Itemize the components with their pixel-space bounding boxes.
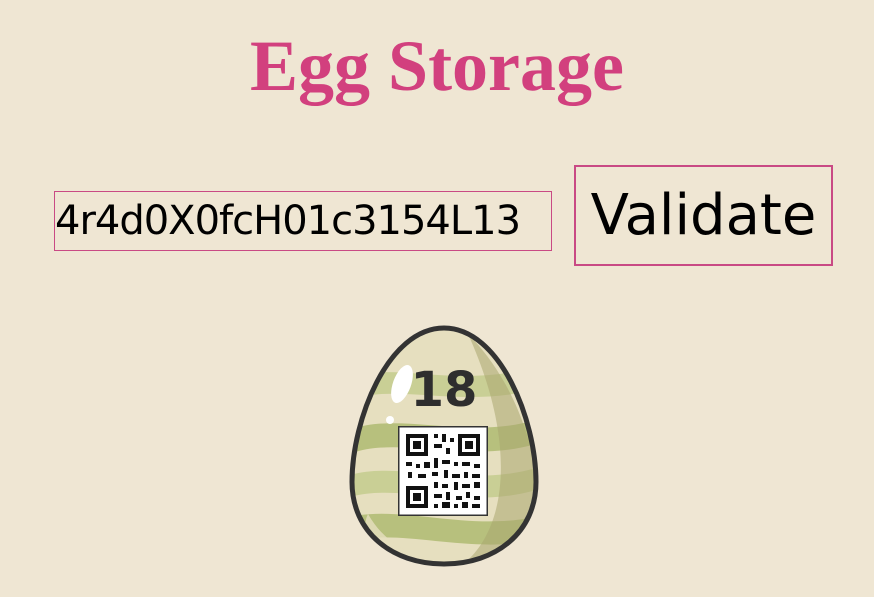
validate-button[interactable]: Validate — [574, 165, 833, 266]
page-title: Egg Storage — [250, 26, 624, 106]
code-input[interactable] — [54, 191, 552, 251]
qr-code-icon — [398, 426, 488, 516]
egg-number: 18 — [410, 362, 478, 418]
